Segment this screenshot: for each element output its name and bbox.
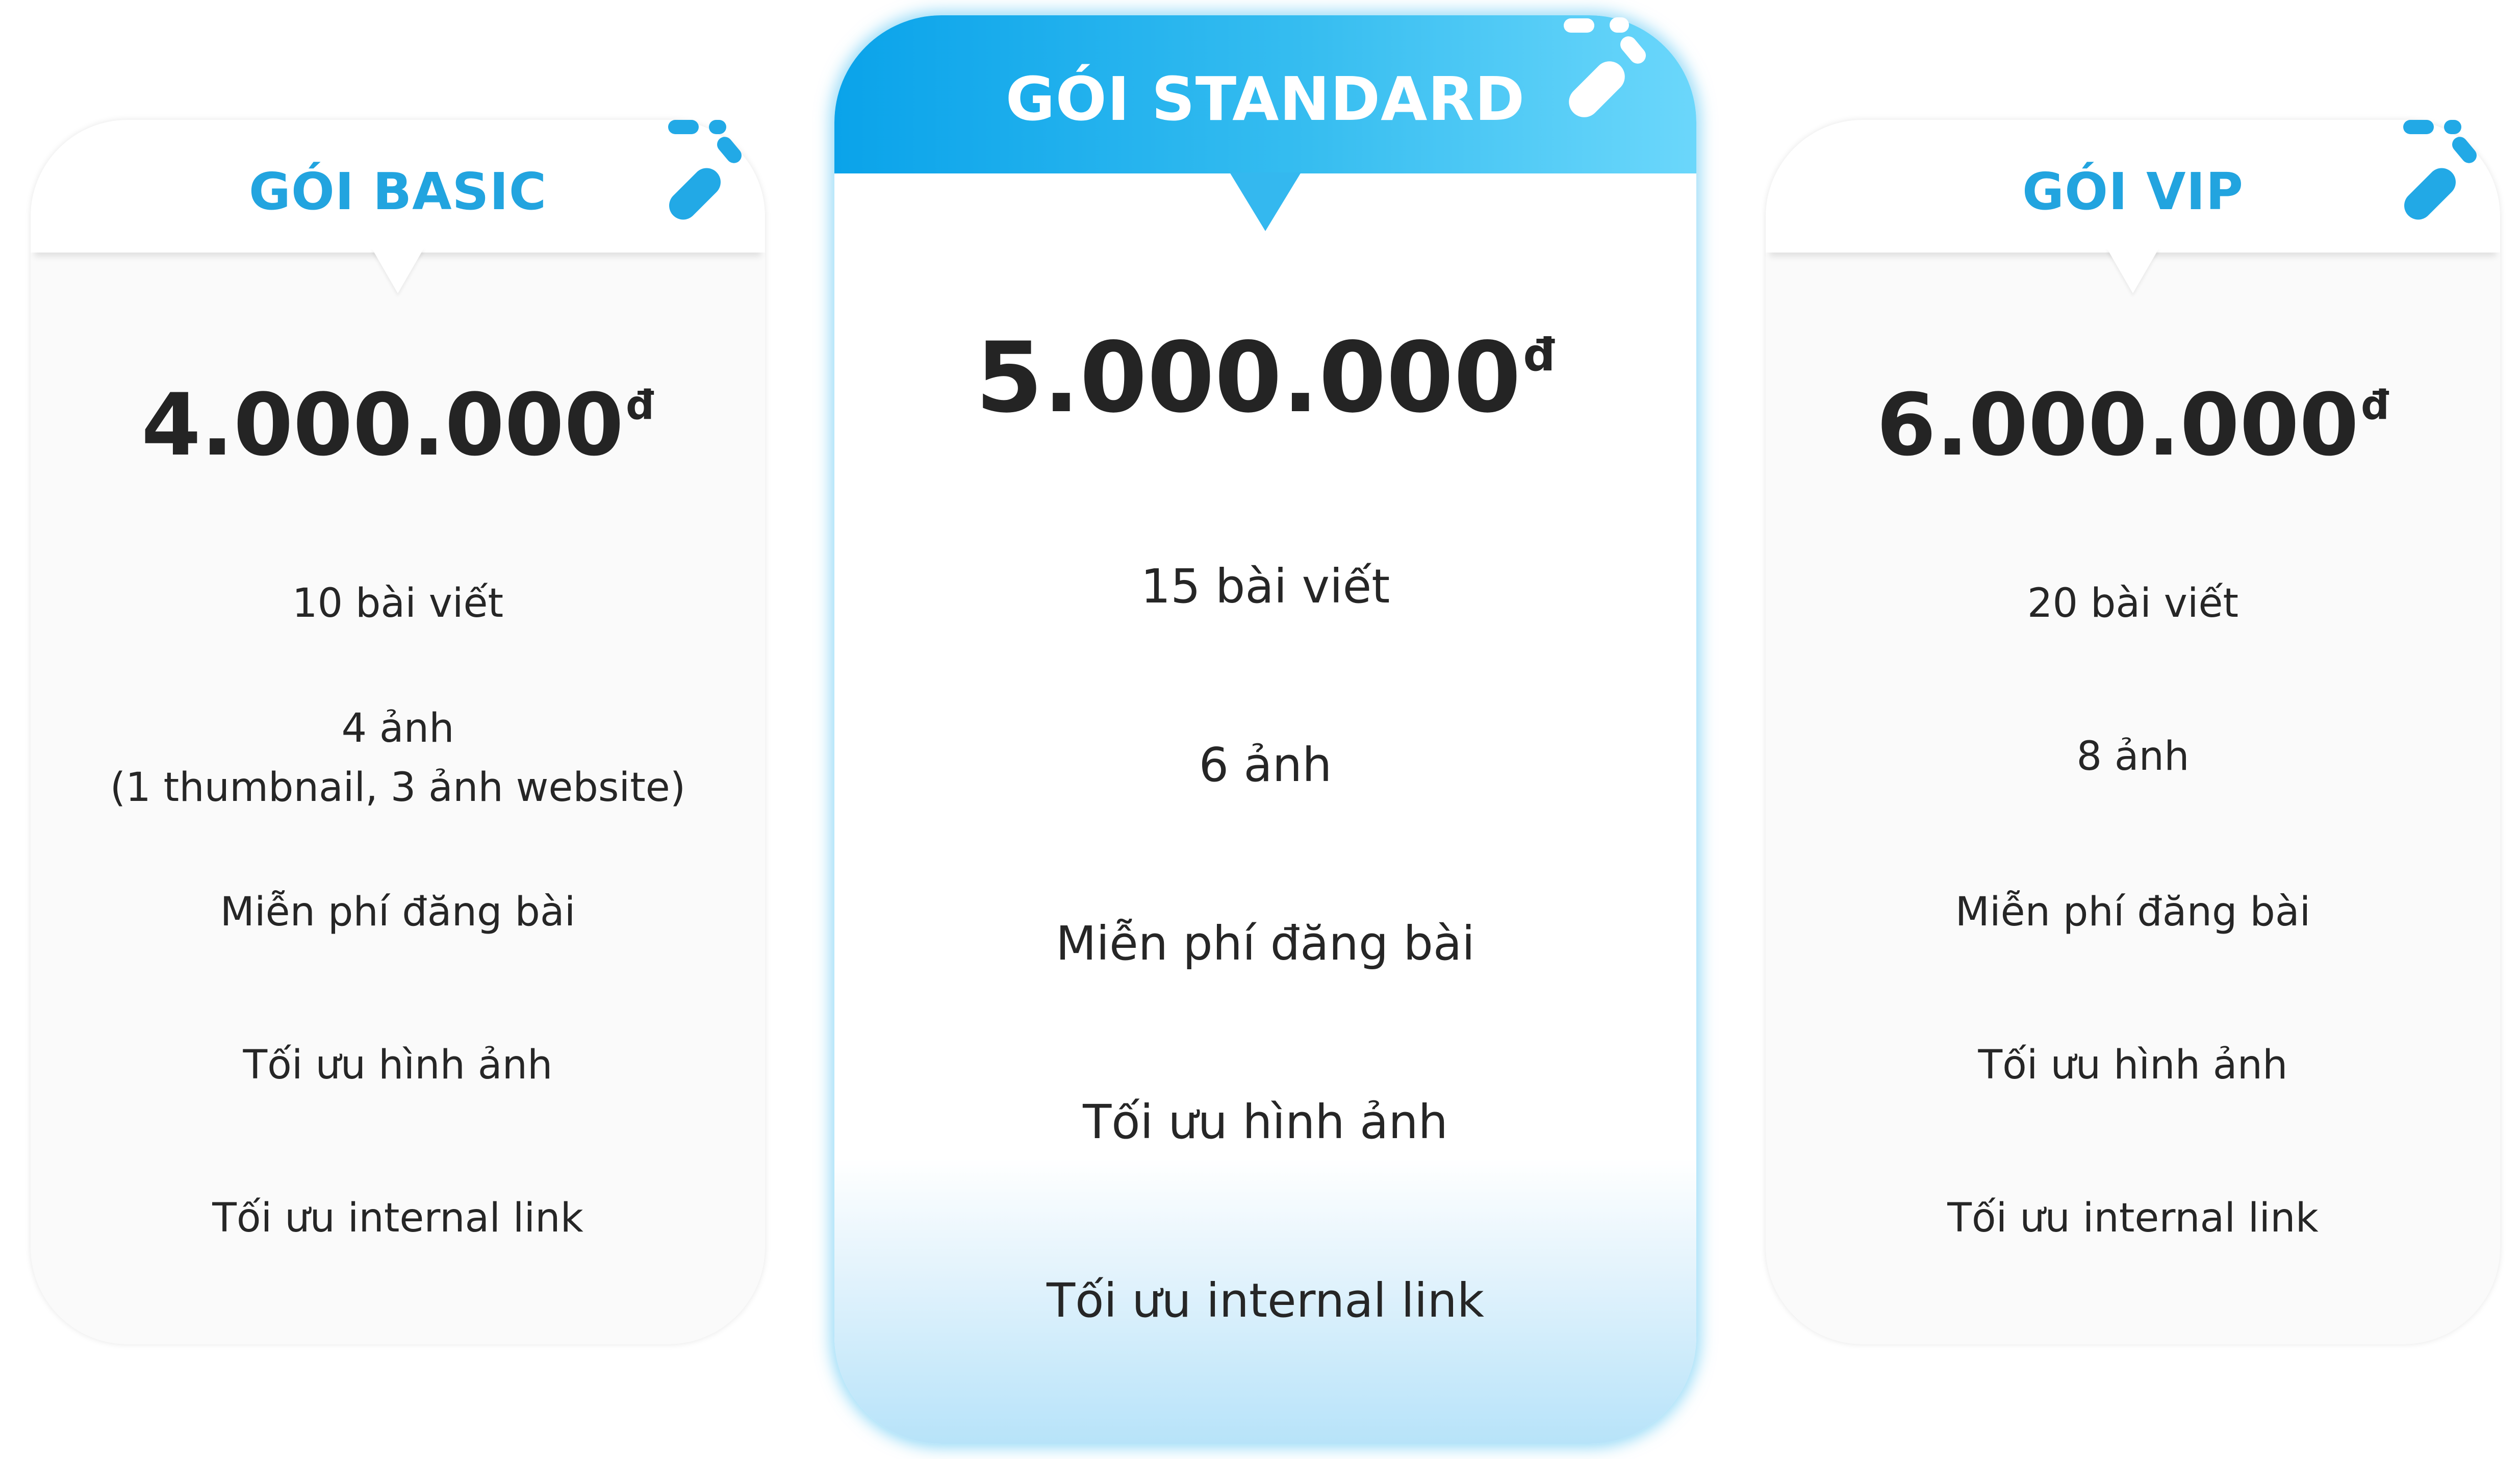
plan-card-standard: GÓI STANDARD 5.000.000đ 15 bài viết 6 ản… bbox=[834, 15, 1696, 1444]
feature-item: 8 ảnh bbox=[2076, 734, 2190, 779]
plan-name: GÓI BASIC bbox=[248, 162, 547, 221]
feature-item: Miễn phí đăng bài bbox=[220, 889, 576, 935]
plan-card-vip: GÓI VIP 6.000.000đ 20 bài viết 8 ảnh Miễ… bbox=[1766, 120, 2500, 1344]
currency-symbol: đ bbox=[2361, 383, 2389, 429]
plan-price: 4.000.000đ bbox=[31, 375, 765, 475]
header-pointer bbox=[371, 247, 424, 293]
plan-price: 5.000.000đ bbox=[834, 321, 1696, 434]
price-value: 6.000.000 bbox=[1876, 375, 2359, 475]
feature-item: Tối ưu hình ảnh bbox=[1083, 1095, 1448, 1149]
feature-item: 6 ảnh bbox=[1199, 738, 1332, 792]
feature-item: 4 ảnh bbox=[341, 706, 454, 751]
feature-item: 15 bài viết bbox=[1140, 559, 1390, 614]
feature-item: Tối ưu internal link bbox=[1046, 1273, 1485, 1328]
pricing-table: GÓI BASIC 4.000.000đ 10 bài viết 4 ảnh (… bbox=[0, 0, 2520, 1459]
feature-item: Tối ưu internal link bbox=[212, 1195, 583, 1241]
feature-item: Miễn phí đăng bài bbox=[1955, 889, 2311, 935]
plan-name: GÓI VIP bbox=[2022, 162, 2244, 221]
plan-price: 6.000.000đ bbox=[1766, 375, 2500, 475]
currency-symbol: đ bbox=[1523, 329, 1556, 381]
plan-name: GÓI STANDARD bbox=[1005, 64, 1525, 134]
price-value: 4.000.000 bbox=[141, 375, 624, 475]
plan-header-standard: GÓI STANDARD bbox=[834, 15, 1696, 173]
plan-card-basic: GÓI BASIC 4.000.000đ 10 bài viết 4 ảnh (… bbox=[31, 120, 765, 1344]
feature-item: Tối ưu hình ảnh bbox=[1978, 1042, 2288, 1088]
header-pointer bbox=[2106, 247, 2159, 293]
price-value: 5.000.000 bbox=[975, 321, 1521, 434]
feature-item: Miễn phí đăng bài bbox=[1056, 916, 1475, 971]
currency-symbol: đ bbox=[626, 383, 654, 429]
feature-note: (1 thumbnail, 3 ảnh website) bbox=[110, 765, 686, 811]
feature-item: 20 bài viết bbox=[2027, 581, 2239, 626]
header-pointer bbox=[1230, 172, 1301, 231]
feature-item: Tối ưu internal link bbox=[1947, 1195, 2319, 1241]
plan-header-vip: GÓI VIP bbox=[1766, 120, 2500, 253]
feature-item: Tối ưu hình ảnh bbox=[243, 1042, 553, 1088]
feature-item: 10 bài viết bbox=[292, 581, 504, 626]
plan-header-basic: GÓI BASIC bbox=[31, 120, 765, 253]
